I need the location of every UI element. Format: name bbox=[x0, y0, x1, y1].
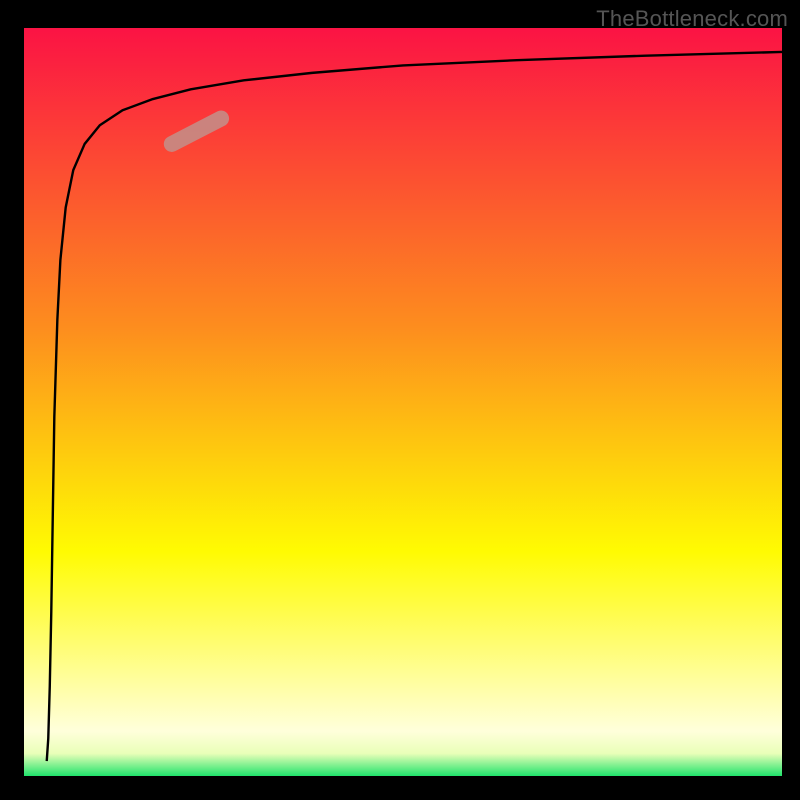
plot-area bbox=[24, 28, 782, 776]
watermark: TheBottleneck.com bbox=[596, 6, 788, 32]
bottleneck-chart bbox=[0, 0, 800, 800]
chart-container: TheBottleneck.com bbox=[0, 0, 800, 800]
